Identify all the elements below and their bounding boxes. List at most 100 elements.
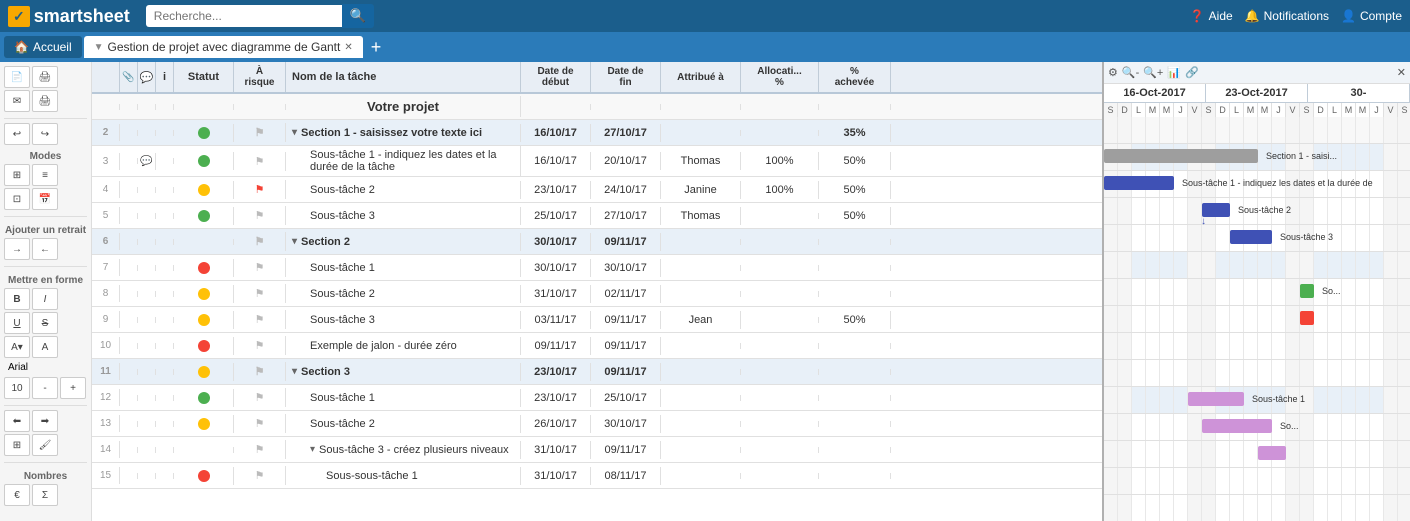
sheet-tab[interactable]: ▼ Gestion de projet avec diagramme de Ga…: [84, 36, 363, 58]
search-button[interactable]: 🔍: [342, 4, 375, 28]
col-header-task[interactable]: Nom de la tâche: [286, 62, 521, 92]
gantt-link-button[interactable]: 🔗: [1185, 66, 1199, 79]
section-toggle[interactable]: ▾: [292, 236, 297, 247]
gantt-day-header: M: [1342, 103, 1356, 117]
close-tab-button[interactable]: ✕: [344, 42, 352, 53]
task-text: Sous-tâche 2: [310, 184, 375, 196]
align-right-button[interactable]: ➡: [32, 410, 58, 432]
cell-attach: [120, 158, 138, 164]
undo-button[interactable]: ↩: [4, 123, 30, 145]
cell-task: Sous-tâche 1: [286, 389, 521, 407]
gantt-mode-button[interactable]: ≡: [32, 164, 58, 186]
gantt-zoom-out-button[interactable]: 🔍-: [1122, 66, 1139, 79]
section-toggle[interactable]: ▾: [292, 127, 297, 138]
table-button[interactable]: ⊞: [4, 434, 30, 456]
gantt-cell: [1342, 252, 1356, 278]
gantt-zoom-in-button[interactable]: 🔍+: [1143, 66, 1163, 79]
new-doc-button[interactable]: 📄: [4, 66, 30, 88]
print2-button[interactable]: 🖨: [32, 90, 58, 112]
table-row[interactable]: 2⚑▾Section 1 - saisissez votre texte ici…: [92, 120, 1102, 146]
strikethrough-button[interactable]: S: [32, 312, 58, 334]
help-link[interactable]: ❓ Aide: [1190, 9, 1233, 23]
table-row[interactable]: 5⚑Sous-tâche 325/10/1727/10/17Thomas50%: [92, 203, 1102, 229]
search-input[interactable]: [146, 5, 346, 27]
font-decrease-button[interactable]: -: [32, 377, 58, 399]
card-mode-button[interactable]: ⊡: [4, 188, 30, 210]
cell-rownum: [92, 104, 120, 110]
gantt-bar[interactable]: Sous-tâche 2: [1202, 203, 1230, 217]
table-row[interactable]: 8⚑Sous-tâche 231/10/1702/11/17: [92, 281, 1102, 307]
gantt-bar[interactable]: Section 1 - saisi...: [1104, 149, 1258, 163]
col-header-attrib[interactable]: Attribué à: [661, 62, 741, 92]
underline-button[interactable]: U: [4, 312, 30, 334]
table-row[interactable]: 9⚑Sous-tâche 303/11/1709/11/17Jean50%: [92, 307, 1102, 333]
col-header-debut[interactable]: Date dedébut: [521, 62, 591, 92]
gantt-cell: [1160, 198, 1174, 224]
table-row[interactable]: 6⚑▾Section 230/10/1709/11/17: [92, 229, 1102, 255]
outdent-button[interactable]: ←: [32, 238, 58, 260]
gantt-cell: [1188, 306, 1202, 332]
home-tab[interactable]: 🏠 Accueil: [4, 36, 82, 58]
table-row[interactable]: 4⚑Sous-tâche 223/10/1724/10/17Janine100%…: [92, 177, 1102, 203]
bold-button[interactable]: B: [4, 288, 30, 310]
gantt-day-header: D: [1118, 103, 1132, 117]
gantt-cell: [1370, 414, 1384, 440]
send-button[interactable]: ✉: [4, 90, 30, 112]
grid-mode-button[interactable]: ⊞: [4, 164, 30, 186]
table-row[interactable]: 11⚑▾Section 323/10/1709/11/17: [92, 359, 1102, 385]
gantt-settings-button[interactable]: ⚙: [1108, 66, 1118, 79]
account-link[interactable]: 👤 Compte: [1341, 9, 1402, 23]
gantt-cell: [1244, 279, 1258, 305]
cell-info: [156, 395, 174, 401]
currency-button[interactable]: €: [4, 484, 30, 506]
italic-button[interactable]: I: [32, 288, 58, 310]
notifications-link[interactable]: 🔔 Notifications: [1245, 9, 1329, 23]
gantt-bar[interactable]: Sous-tâche 3: [1230, 230, 1272, 244]
task-text: Sous-tâche 2: [310, 418, 375, 430]
table-row[interactable]: 3💬⚑Sous-tâche 1 - indiquez les dates et …: [92, 146, 1102, 177]
col-header-pct[interactable]: %achevée: [819, 62, 891, 92]
gantt-cell: [1160, 117, 1174, 143]
font-color-button[interactable]: A: [32, 336, 58, 358]
section-toggle[interactable]: ▾: [292, 366, 297, 377]
gantt-cell: [1104, 225, 1118, 251]
gantt-bar[interactable]: Sous-tâche 1: [1188, 392, 1244, 406]
cell-alloc: [741, 473, 819, 479]
gantt-cell: [1244, 252, 1258, 278]
gantt-bar[interactable]: So...: [1300, 284, 1314, 298]
redo-button[interactable]: ↪: [32, 123, 58, 145]
gantt-cell: [1230, 279, 1244, 305]
table-row[interactable]: 12⚑Sous-tâche 123/10/1725/10/17: [92, 385, 1102, 411]
col-header-fin[interactable]: Date defin: [591, 62, 661, 92]
gantt-cell: [1328, 360, 1342, 386]
gantt-bar[interactable]: [1300, 311, 1314, 325]
gantt-chart-button[interactable]: 📊: [1167, 66, 1181, 79]
col-header-risque[interactable]: Àrisque: [234, 62, 286, 92]
gantt-close-button[interactable]: ✕: [1397, 66, 1406, 79]
print-button[interactable]: 🖨: [32, 66, 58, 88]
cell-debut: 30/10/17: [521, 233, 591, 251]
gantt-cell: [1398, 225, 1410, 251]
cell-statut: [174, 337, 234, 355]
section-toggle[interactable]: ▾: [310, 444, 315, 455]
col-header-alloc[interactable]: Allocati...%: [741, 62, 819, 92]
align-left-button[interactable]: ⬅: [4, 410, 30, 432]
table-row[interactable]: 15⚑Sous-sous-tâche 131/10/1708/11/17: [92, 463, 1102, 489]
gantt-bar[interactable]: Sous-tâche 1 - indiquez les dates et la …: [1104, 176, 1174, 190]
gantt-cell: [1118, 441, 1132, 467]
font-increase-button[interactable]: +: [60, 377, 86, 399]
table-row[interactable]: Votre projet: [92, 94, 1102, 120]
color-picker-button[interactable]: A▾: [4, 336, 30, 358]
col-header-statut[interactable]: Statut: [174, 62, 234, 92]
sigma-button[interactable]: Σ: [32, 484, 58, 506]
calendar-mode-button[interactable]: 📅: [32, 188, 58, 210]
gantt-bar[interactable]: So...: [1202, 419, 1272, 433]
table-row[interactable]: 7⚑Sous-tâche 130/10/1730/10/17: [92, 255, 1102, 281]
indent-button[interactable]: →: [4, 238, 30, 260]
add-tab-button[interactable]: +: [365, 38, 388, 56]
table-row[interactable]: 10⚑Exemple de jalon - durée zéro09/11/17…: [92, 333, 1102, 359]
brush-button[interactable]: 🖌: [32, 434, 58, 456]
gantt-bar[interactable]: [1258, 446, 1286, 460]
table-row[interactable]: 13⚑Sous-tâche 226/10/1730/10/17: [92, 411, 1102, 437]
table-row[interactable]: 14⚑▾Sous-tâche 3 - créez plusieurs nivea…: [92, 437, 1102, 463]
